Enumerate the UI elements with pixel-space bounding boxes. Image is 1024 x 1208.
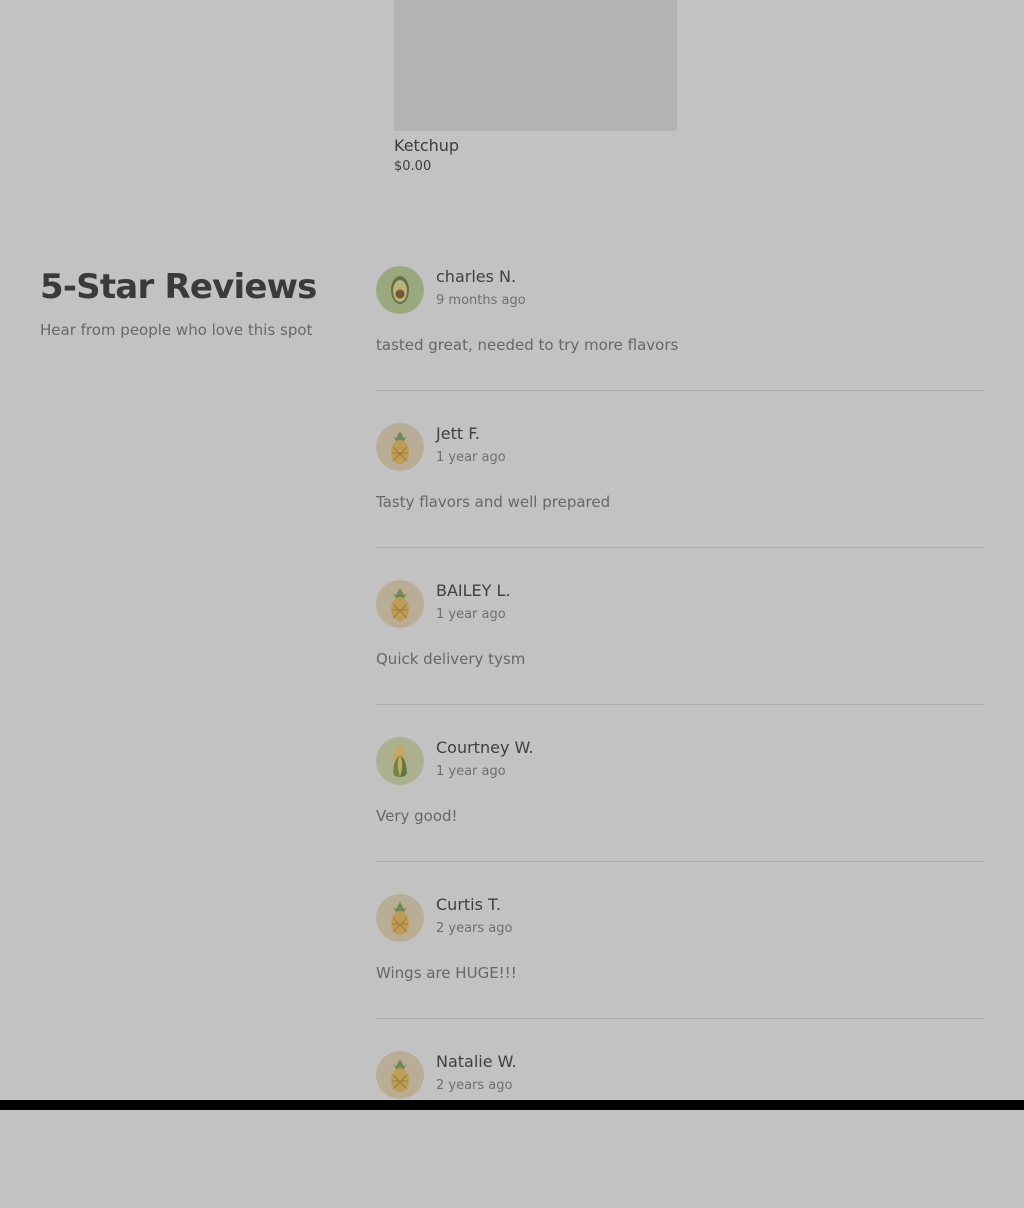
- review-time: 2 years ago: [436, 1078, 513, 1093]
- pineapple-icon: [376, 1051, 424, 1099]
- review-time: 9 months ago: [436, 293, 526, 308]
- review-time: 2 years ago: [436, 921, 513, 936]
- reviews-title: 5-Star Reviews: [40, 267, 317, 307]
- reviewer-name: BAILEY L.: [436, 581, 511, 600]
- review-divider: [376, 390, 984, 391]
- review-item: charles N. 9 months ago tasted great, ne…: [376, 266, 984, 423]
- bottom-edge-bar: [0, 1100, 1024, 1110]
- product-price: $0.00: [394, 159, 432, 174]
- review-list: charles N. 9 months ago tasted great, ne…: [376, 266, 984, 1208]
- review-time: 1 year ago: [436, 450, 506, 465]
- review-item: Natalie W. 2 years ago: [376, 1051, 984, 1208]
- review-text: Tasty flavors and well prepared: [376, 493, 611, 511]
- reviewer-name: Jett F.: [436, 424, 480, 443]
- review-item: Curtis T. 2 years ago Wings are HUGE!!!: [376, 894, 984, 1051]
- review-item: Jett F. 1 year ago Tasty flavors and wel…: [376, 423, 984, 580]
- review-time: 1 year ago: [436, 764, 506, 779]
- review-divider: [376, 704, 984, 705]
- pineapple-icon: [376, 894, 424, 942]
- reviewer-name: Courtney W.: [436, 738, 534, 757]
- pineapple-icon: [376, 580, 424, 628]
- product-name: Ketchup: [394, 136, 460, 155]
- review-text: Wings are HUGE!!!: [376, 964, 517, 982]
- review-divider: [376, 861, 984, 862]
- review-item: BAILEY L. 1 year ago Quick delivery tysm: [376, 580, 984, 737]
- review-divider: [376, 547, 984, 548]
- review-divider: [376, 1018, 984, 1019]
- reviewer-name: Natalie W.: [436, 1052, 517, 1071]
- review-text: tasted great, needed to try more flavors: [376, 336, 679, 354]
- review-time: 1 year ago: [436, 607, 506, 622]
- review-item: Courtney W. 1 year ago Very good!: [376, 737, 984, 894]
- reviewer-name: Curtis T.: [436, 895, 501, 914]
- pineapple-icon: [376, 423, 424, 471]
- product-image[interactable]: [394, 0, 677, 131]
- reviews-subtitle: Hear from people who love this spot: [40, 321, 313, 339]
- review-text: Very good!: [376, 807, 458, 825]
- avocado-icon: [376, 266, 424, 314]
- reviewer-name: charles N.: [436, 267, 517, 286]
- review-text: Quick delivery tysm: [376, 650, 526, 668]
- product-card[interactable]: Ketchup $0.00: [394, 0, 677, 176]
- corn-icon: [376, 737, 424, 785]
- reviews-heading: 5-Star Reviews Hear from people who love…: [40, 265, 340, 340]
